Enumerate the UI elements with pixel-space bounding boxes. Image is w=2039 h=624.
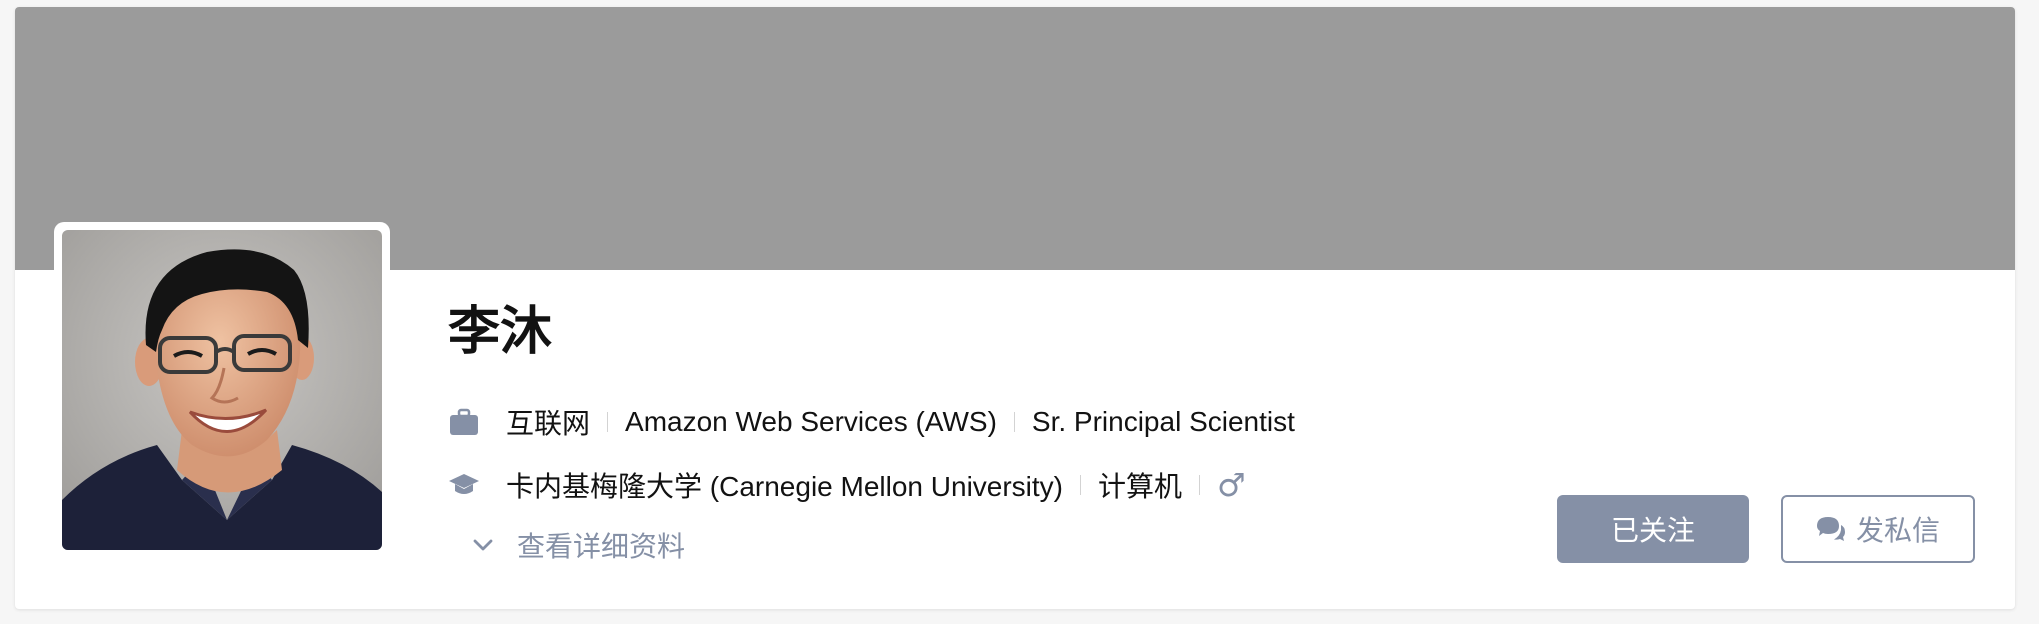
work-info-row: 互联网 Amazon Web Services (AWS) Sr. Princi… bbox=[448, 402, 1295, 442]
divider bbox=[1199, 475, 1201, 495]
chevron-down-icon bbox=[473, 539, 493, 551]
male-gender-icon: ♂ bbox=[1217, 466, 1246, 504]
major-text: 计算机 bbox=[1098, 471, 1183, 502]
divider bbox=[1080, 475, 1082, 495]
view-details-label: 查看详细资料 bbox=[517, 531, 686, 562]
followed-button-label: 已关注 bbox=[1610, 515, 1695, 546]
profile-header-card: 李沐 互联网 Amazon Web Services (AWS) Sr. Pri… bbox=[15, 7, 2015, 609]
graduation-cap-icon bbox=[448, 469, 480, 501]
industry-text: 互联网 bbox=[506, 408, 591, 439]
education-info-row: 卡内基梅隆大学 (Carnegie Mellon University) 计算机… bbox=[448, 465, 1246, 505]
company-text: Amazon Web Services (AWS) bbox=[625, 406, 997, 437]
position-text: Sr. Principal Scientist bbox=[1031, 406, 1295, 437]
send-message-button[interactable]: 发私信 bbox=[1781, 495, 1975, 563]
divider bbox=[1013, 412, 1015, 432]
briefcase-icon bbox=[448, 406, 480, 438]
avatar-frame bbox=[54, 222, 390, 558]
chat-bubbles-icon bbox=[1816, 517, 1845, 541]
send-message-label: 发私信 bbox=[1855, 515, 1940, 546]
avatar-photo bbox=[62, 230, 382, 550]
profile-name: 李沐 bbox=[448, 302, 553, 362]
avatar[interactable] bbox=[62, 230, 382, 550]
divider bbox=[607, 412, 609, 432]
followed-button[interactable]: 已关注 bbox=[1557, 495, 1749, 563]
view-details-link[interactable]: 查看详细资料 bbox=[470, 525, 685, 565]
school-text: 卡内基梅隆大学 (Carnegie Mellon University) bbox=[506, 471, 1064, 502]
